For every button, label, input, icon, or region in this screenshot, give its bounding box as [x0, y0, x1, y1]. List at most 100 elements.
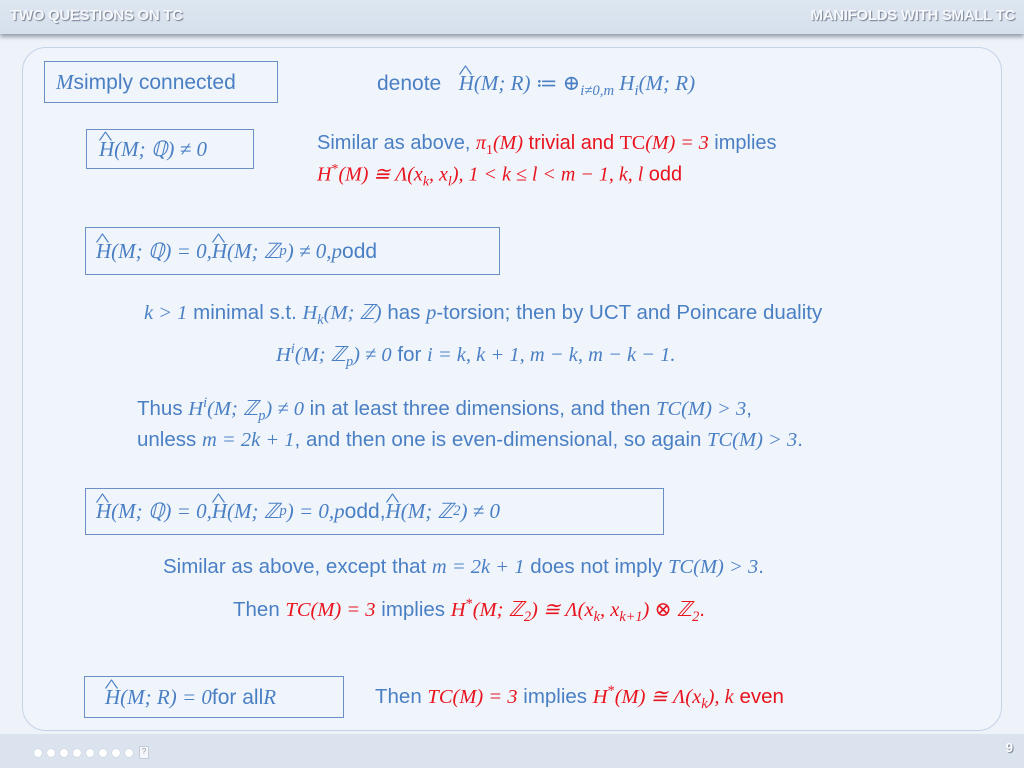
cohomology-args: (M; ℤ	[207, 397, 259, 420]
sub-p: p	[279, 242, 287, 259]
nav-dot[interactable]	[73, 748, 81, 757]
header-left-title: TWO QUESTIONS ON TC	[10, 7, 183, 24]
odd-text: odd	[342, 239, 378, 263]
close-paren: ),	[707, 685, 725, 708]
dimensions-text: in at least three dimensions, and then	[303, 396, 657, 420]
case3-line1: Similar as above, except that m = 2k + 1…	[163, 555, 764, 580]
denote-sub: i≠0,m	[580, 83, 615, 100]
iso-expression: ) ≅ Λ(x	[531, 598, 594, 621]
tc-equation: TC(M) = 3	[285, 598, 376, 621]
slide-footer: ? 9	[0, 734, 1024, 768]
sub-k-plus-1: k+1	[619, 608, 643, 625]
trivial-and-text: trivial and	[522, 132, 620, 154]
simply-connected-box: M simply connected	[44, 61, 278, 103]
denote-lhs-args: (M; R)	[473, 71, 531, 95]
math-m: M	[56, 69, 74, 94]
implies-text: implies	[517, 684, 593, 708]
tc-equation: (M) = 3	[645, 132, 709, 154]
comma-x: , x	[429, 163, 448, 186]
denote-label: denote	[377, 72, 442, 95]
h-hat-symbol: H	[96, 240, 111, 262]
case2-para-line1: Thus Hi(M; ℤp) ≠ 0 in at least three dim…	[137, 395, 752, 425]
case2-para-line2: unless m = 2k + 1, and then one is even-…	[137, 428, 803, 453]
implies-text: implies	[708, 132, 777, 154]
slide-header: TWO QUESTIONS ON TC MANIFOLDS WITH SMALL…	[0, 0, 1024, 34]
case3-zp: (M; ℤ	[227, 499, 280, 523]
tc-inequality: TC(M) > 3	[707, 429, 798, 451]
nav-dot[interactable]	[86, 748, 94, 757]
tensor-expression: ) ⊗ ℤ	[642, 598, 693, 621]
even-text: even	[733, 684, 784, 708]
nav-dot[interactable]	[47, 748, 55, 757]
cohomology-h: H	[592, 685, 608, 708]
case2-neq: ) ≠ 0,	[286, 238, 332, 263]
sub-2: 2	[523, 608, 532, 625]
unless-text: unless	[137, 428, 202, 451]
then-text: Then	[375, 684, 428, 708]
tc-symbol: TC	[619, 132, 646, 154]
minimal-text: minimal s.t.	[187, 301, 303, 324]
implies-text: implies	[375, 597, 451, 621]
pi-subscript: 1	[486, 143, 493, 158]
star-sup: *	[607, 683, 615, 699]
for-all-text: for all	[211, 685, 264, 709]
tc-inequality: TC(M) > 3	[656, 397, 747, 420]
tc-equation: TC(M) = 3	[427, 685, 518, 708]
cohomology-h: H	[188, 397, 204, 420]
cohomology-args: (M; ℤ	[294, 343, 346, 366]
case3-z2: (M; ℤ	[400, 499, 454, 523]
case1-line1: Similar as above, π1(M) trivial and TC(M…	[317, 131, 777, 160]
nav-dot[interactable]	[125, 748, 133, 757]
degree-conditions: ), 1 < k ≤ l < m − 1, k, l	[451, 163, 644, 186]
k-symbol: k	[724, 685, 734, 708]
case4-line: Then TC(M) = 3 implies H*(M) ≅ Λ(xk), k …	[375, 683, 784, 713]
h-hat-symbol: H	[105, 686, 120, 708]
has-text: has	[381, 301, 427, 324]
comma-x: , x	[599, 598, 620, 621]
denote-rhs-args: (M; R)	[638, 71, 696, 95]
k-condition: k > 1	[144, 302, 188, 324]
cohomology-h: H	[450, 598, 466, 621]
case2-rational: (M; ℚ) = 0,	[111, 238, 212, 263]
header-right-title: MANIFOLDS WITH SMALL TC	[810, 7, 1016, 24]
case1-condition-box: H(M; ℚ) ≠ 0	[86, 129, 254, 169]
tc-inequality: TC(M) > 3	[668, 556, 759, 578]
even-dimensional-text: , and then one is even-dimensional, so a…	[294, 428, 708, 451]
p-symbol: p	[334, 499, 345, 523]
case3-eq: ) = 0,	[286, 499, 335, 523]
p-symbol: p	[331, 238, 343, 263]
nav-dot[interactable]	[34, 748, 42, 757]
nav-dot[interactable]	[60, 748, 68, 757]
cohomology-h: H	[276, 343, 291, 366]
case1-line2: H*(M) ≅ Λ(xk, xl), 1 < k ≤ l < m − 1, k,…	[317, 162, 682, 191]
m-equation: m = 2k + 1	[431, 556, 525, 578]
star-sup: *	[465, 596, 473, 612]
period: .	[797, 428, 803, 451]
torsion-text: -torsion; then by UCT and Poincare duali…	[436, 301, 823, 324]
period: .	[758, 555, 764, 578]
h-hat-symbol: H	[212, 240, 227, 262]
simply-connected-text: simply connected	[73, 70, 236, 94]
pi-symbol: π	[475, 132, 486, 154]
nav-dot[interactable]	[99, 748, 107, 757]
denote-def-operator: ≔ ⊕	[530, 71, 581, 95]
m-equation: m = 2k + 1	[201, 429, 295, 451]
case2-zp: (M; ℤ	[227, 238, 280, 263]
case3-condition-box: H(M; ℚ) = 0, H(M; ℤp) = 0, p odd, H(M; ℤ…	[85, 488, 664, 535]
nav-menu-icon[interactable]: ?	[139, 746, 149, 759]
iso-expression: (M) ≅ Λ(x	[614, 685, 702, 708]
case2-line1: k > 1 minimal s.t. Hk(M; ℤ) has p-torsio…	[144, 301, 822, 329]
homology-args: (M; ℤ)	[323, 302, 382, 324]
not-imply-text: does not imply	[524, 555, 669, 578]
case2-condition-box: H(M; ℚ) = 0, H(M; ℤp) ≠ 0, p odd	[85, 227, 500, 275]
cohomology-h: H	[317, 163, 332, 186]
h-hat-symbol: H	[459, 71, 474, 96]
h-hat-symbol: H	[99, 138, 114, 160]
nav-dot[interactable]	[112, 748, 120, 757]
case3-rational: (M; ℚ) = 0,	[111, 499, 212, 523]
case3-neq: ) ≠ 0	[460, 499, 500, 523]
similar-text: Similar as above, except that	[163, 555, 432, 578]
h-hat-symbol: H	[212, 501, 227, 522]
denote-definition: denote H(M; R) ≔ ⊕i≠0,m Hi(M; R)	[377, 71, 695, 101]
h-hat-symbol: H	[386, 501, 401, 522]
